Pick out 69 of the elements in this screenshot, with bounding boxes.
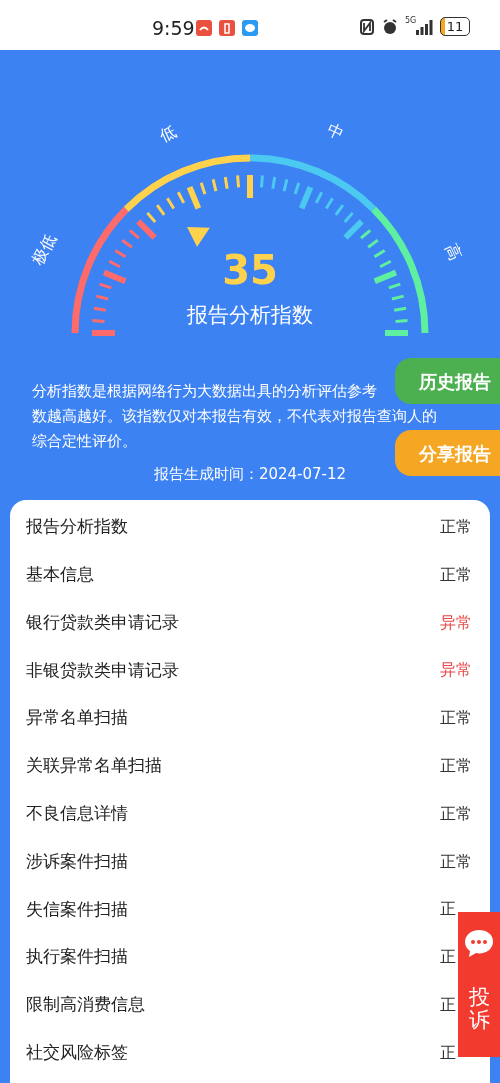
description-line: 数越高越好。该指数仅对本报告有效，不代表对报告查询人的 — [32, 407, 437, 426]
gauge-tick — [92, 330, 115, 336]
item-status: 正常 — [440, 850, 473, 873]
gauge-label: 极低 — [28, 230, 60, 269]
generated-date: 报告生成时间：2024-07-12 — [152, 464, 348, 485]
gauge-title: 报告分析指数 — [186, 302, 314, 329]
gauge-tick — [259, 175, 264, 188]
complaint-button[interactable]: 投诉 — [458, 912, 500, 1057]
gauge-tick — [211, 179, 218, 192]
battery-alert-icon — [219, 20, 235, 36]
gauge-tick — [236, 175, 241, 188]
item-status: 正 — [440, 1041, 457, 1064]
item-status: 异常 — [440, 611, 473, 634]
gauge-tick — [391, 294, 404, 301]
network-label: 5G — [405, 17, 417, 25]
message-icon — [242, 20, 258, 36]
item-name[interactable]: 限制高消费信息 — [26, 992, 145, 1018]
gauge-tick — [282, 179, 289, 192]
battery-indicator: 11 — [440, 17, 470, 36]
gauge-label: 中 — [324, 119, 347, 144]
gauge-tick — [247, 175, 253, 198]
item-name[interactable]: 基本信息 — [26, 562, 94, 588]
gauge-tick — [96, 294, 109, 301]
gauge-tick — [114, 249, 127, 258]
missed-call-icon — [196, 20, 212, 36]
item-name[interactable]: 不良信息详情 — [26, 801, 128, 827]
chat-bubble-icon — [463, 928, 495, 958]
gauge-tick — [155, 204, 166, 216]
gauge-tick — [166, 197, 175, 210]
gauge-tick — [334, 204, 345, 216]
item-name[interactable]: 社交风险标签 — [26, 1040, 128, 1066]
item-status: 正 — [440, 898, 457, 921]
gauge-label: 低 — [156, 122, 179, 147]
gauge-label: 高 — [440, 240, 465, 263]
alarm-icon — [382, 19, 398, 35]
item-status: 正常 — [440, 707, 473, 730]
item-name[interactable]: 涉诉案件扫描 — [26, 848, 128, 875]
item-status: 正 — [440, 994, 457, 1016]
item-status: 正 — [440, 946, 457, 969]
gauge-score: 35 — [221, 246, 279, 294]
gauge-tick — [373, 249, 386, 258]
gauge-tick — [121, 238, 133, 249]
signal-icon — [416, 19, 433, 35]
gauge-tick — [395, 319, 408, 324]
gauge-tick — [385, 330, 408, 336]
item-name[interactable]: 报告分析指数 — [26, 514, 128, 540]
status-time: 9:59 — [152, 16, 195, 41]
description-line: 综合定性评价。 — [32, 432, 137, 451]
gauge-tick — [271, 176, 277, 190]
item-status: 正常 — [440, 563, 473, 586]
item-name[interactable]: 银行贷款类申请记录 — [26, 609, 179, 636]
gauge-tick — [93, 306, 107, 312]
gauge-tick — [393, 306, 407, 312]
item-name[interactable]: 关联异常名单扫描 — [26, 753, 162, 779]
item-status: 正常 — [440, 516, 473, 538]
item-status: 正常 — [440, 755, 473, 777]
gauge-tick — [325, 197, 334, 210]
complaint-label: 投诉 — [468, 986, 490, 1033]
item-name[interactable]: 异常名单扫描 — [26, 705, 128, 731]
item-name[interactable]: 执行案件扫描 — [26, 944, 128, 970]
item-name[interactable]: 失信案件扫描 — [26, 896, 128, 923]
gauge-tick — [92, 319, 105, 324]
description-line: 分析指数是根据网络行为大数据出具的分析评估参考 — [32, 382, 377, 401]
nfc-icon — [360, 19, 374, 35]
item-name[interactable]: 非银贷款类申请记录 — [26, 657, 179, 684]
gauge-tick — [223, 176, 229, 190]
item-status: 正常 — [440, 802, 473, 825]
item-status: 异常 — [440, 659, 473, 682]
gauge-tick — [367, 238, 379, 249]
